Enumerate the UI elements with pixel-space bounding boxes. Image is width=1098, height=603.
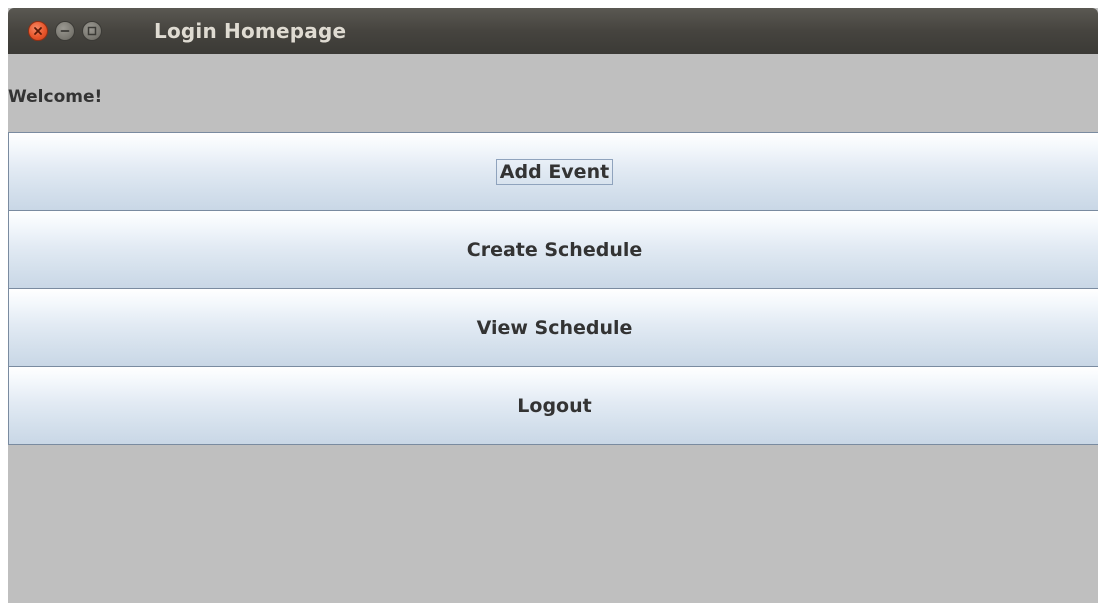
view-schedule-button[interactable]: View Schedule <box>8 288 1098 367</box>
create-schedule-label: Create Schedule <box>466 238 643 261</box>
window-title: Login Homepage <box>154 19 347 43</box>
add-event-label: Add Event <box>495 158 614 185</box>
welcome-label: Welcome! <box>8 87 103 107</box>
title-bar[interactable]: Login Homepage <box>8 8 1098 54</box>
logout-button[interactable]: Logout <box>8 366 1098 445</box>
create-schedule-button[interactable]: Create Schedule <box>8 210 1098 289</box>
view-schedule-label: View Schedule <box>476 316 633 339</box>
close-icon[interactable] <box>28 21 48 41</box>
logout-label: Logout <box>517 394 592 417</box>
minimize-icon[interactable] <box>55 21 75 41</box>
app-window: Login Homepage Welcome! Add Event Create… <box>8 8 1098 603</box>
menu-button-stack: Add Event Create Schedule View Schedule … <box>8 132 1098 445</box>
add-event-button[interactable]: Add Event <box>8 132 1098 211</box>
maximize-icon[interactable] <box>82 21 102 41</box>
